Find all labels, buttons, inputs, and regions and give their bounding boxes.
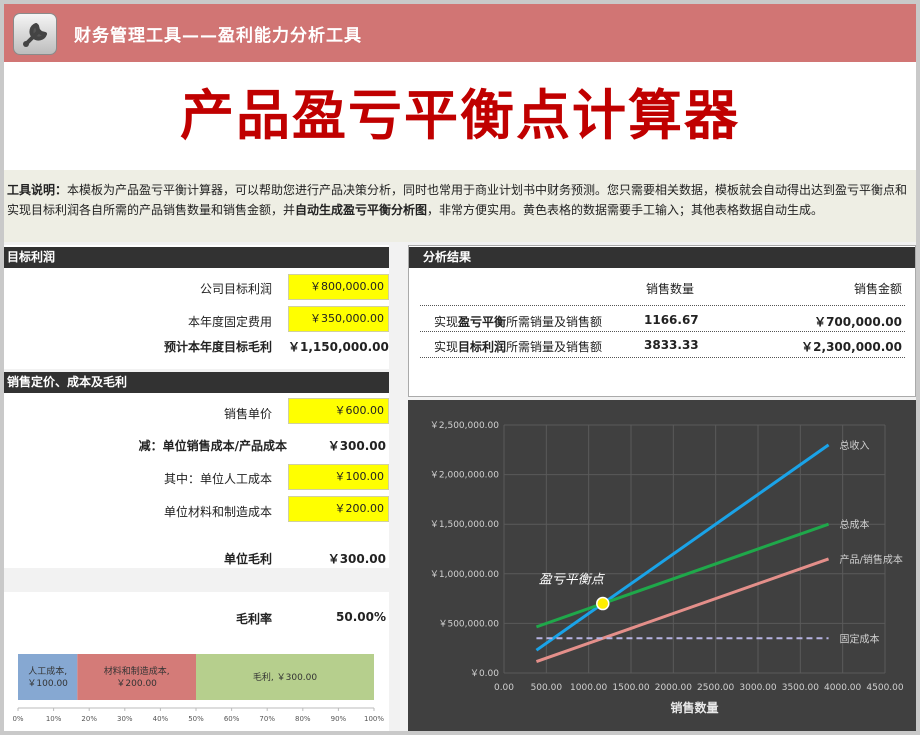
series-label: 产品/销售成本 bbox=[840, 553, 903, 566]
x-tick-label: 80% bbox=[295, 715, 311, 723]
divider bbox=[420, 305, 905, 306]
breakeven-row-label: 实现盈亏平衡所需销量及销售额 bbox=[434, 313, 602, 330]
company-target-label: 公司目标利润 bbox=[199, 282, 272, 296]
x-tick-label: 100% bbox=[364, 715, 384, 723]
x-tick-label: 2000.00 bbox=[655, 683, 692, 693]
x-tick-label: 50% bbox=[188, 715, 204, 723]
x-tick-label: 10% bbox=[46, 715, 62, 723]
bar-segment-材料和制造成本, bbox=[77, 654, 196, 700]
row1-bold: 盈亏平衡 bbox=[458, 315, 507, 329]
target-row-label: 实现目标利润所需销量及销售额 bbox=[434, 338, 602, 355]
breakeven-chart: 0.00 500.00 1000.00 1500.00 2000.00 2500.00 30… bbox=[430, 421, 904, 715]
breakeven-amount: ￥700,000.00 bbox=[814, 315, 902, 329]
row2-bold: 目标利润 bbox=[458, 340, 507, 354]
y-tick-label: ￥1,000,000.00 bbox=[430, 570, 499, 580]
pricing-header: 销售定价、成本及毛利 bbox=[4, 372, 389, 393]
breakeven-chart-panel: 0.00 500.00 1000.00 1500.00 2000.00 2500.00 30… bbox=[408, 400, 916, 731]
x-tick-label: 1500.00 bbox=[612, 683, 649, 693]
x-tick-label: 2500.00 bbox=[697, 683, 734, 693]
labor-cost-input[interactable]: ￥100.00 bbox=[288, 464, 389, 490]
row1-prefix: 实现 bbox=[434, 315, 459, 329]
x-tick-label: 0.00 bbox=[494, 683, 514, 693]
y-tick-label: ￥2,500,000.00 bbox=[430, 421, 499, 431]
col-qty-header: 销售数量 bbox=[645, 282, 694, 296]
target-amount: ￥2,300,000.00 bbox=[801, 340, 902, 354]
material-cost-label: 单位材料和制造成本 bbox=[163, 505, 272, 519]
y-tick-label: ￥0.00 bbox=[470, 669, 499, 679]
row2-suffix: 所需销量及销售额 bbox=[506, 340, 603, 354]
series-label: 总收入 bbox=[840, 439, 870, 452]
cost-breakdown-chart: 人工成本, ￥100.00 材料和制造成本, ￥200.00 毛利, ￥300.00 0%… bbox=[12, 654, 384, 723]
bar-segment-label: 毛利, ￥300.00 bbox=[253, 671, 317, 683]
breakeven-qty: 1166.67 bbox=[644, 313, 699, 327]
bar-segment-label: 材料和制造成本, bbox=[104, 665, 170, 677]
bar-segment-label: 人工成本, bbox=[28, 665, 67, 677]
x-tick-label: 90% bbox=[331, 715, 347, 723]
bar-segment-value: ￥200.00 bbox=[116, 679, 157, 689]
x-tick-label: 40% bbox=[153, 715, 169, 723]
divider bbox=[420, 357, 905, 358]
target-gross-value: ￥1,150,000.00 bbox=[288, 340, 389, 354]
app-frame: 财务管理工具——盈利能力分析工具 产品盈亏平衡点计算器 工具说明：本模板为产品盈… bbox=[4, 4, 916, 731]
company-target-input[interactable]: ￥800,000.00 bbox=[288, 274, 389, 300]
fixed-cost-label: 本年度固定费用 bbox=[187, 315, 272, 329]
x-axis-label: 销售数量 bbox=[670, 700, 718, 715]
unit-margin-label: 单位毛利 bbox=[223, 552, 272, 566]
x-tick-label: 4500.00 bbox=[866, 683, 903, 693]
cost-breakdown-panel: 毛利率 50.00% 人工成本, ￥100.00 材料和制造成本, ￥200.00 毛利… bbox=[4, 592, 389, 731]
col-amt-header: 销售金额 bbox=[853, 282, 902, 296]
x-tick-label: 30% bbox=[117, 715, 133, 723]
title-bar: 财务管理工具——盈利能力分析工具 bbox=[4, 4, 916, 62]
row1-suffix: 所需销量及销售额 bbox=[506, 315, 603, 329]
tool-description: 工具说明：本模板为产品盈亏平衡计算器，可以帮助您进行产品决策分析，同时也常用于商… bbox=[4, 170, 916, 242]
unit-margin-value: ￥300.00 bbox=[327, 552, 386, 566]
y-tick-label: ￥500,000.00 bbox=[438, 619, 499, 629]
breakeven-point-label: 盈亏平衡点 bbox=[539, 573, 606, 588]
page-title: 产品盈亏平衡点计算器 bbox=[4, 62, 916, 170]
series-label: 总成本 bbox=[840, 518, 870, 531]
series-label: 固定成本 bbox=[840, 632, 880, 645]
x-tick-label: 500.00 bbox=[531, 683, 563, 693]
x-tick-label: 3500.00 bbox=[782, 683, 819, 693]
breakeven-point-marker bbox=[596, 596, 610, 611]
description-text-2: ，非常方便实用。黄色表格的数据需要手工输入；其他表格数据自动生成。 bbox=[427, 203, 824, 217]
x-tick-label: 60% bbox=[224, 715, 240, 723]
x-tick-label: 4000.00 bbox=[824, 683, 861, 693]
wrench-icon bbox=[13, 13, 57, 55]
bar-segment-value: ￥100.00 bbox=[27, 679, 68, 689]
x-tick-label: 1000.00 bbox=[570, 683, 607, 693]
target-qty: 3833.33 bbox=[644, 338, 699, 352]
row2-prefix: 实现 bbox=[434, 340, 459, 354]
y-tick-label: ￥2,000,000.00 bbox=[430, 471, 499, 481]
app-title: 财务管理工具——盈利能力分析工具 bbox=[74, 26, 362, 46]
unit-cost-value: ￥300.00 bbox=[327, 439, 386, 453]
target-gross-label: 预计本年度目标毛利 bbox=[163, 340, 272, 354]
analysis-header: 分析结果 bbox=[409, 247, 915, 268]
series-line-总收入 bbox=[535, 443, 830, 652]
description-label: 工具说明： bbox=[7, 183, 68, 197]
x-tick-label: 70% bbox=[259, 715, 275, 723]
unit-cost-label: 减：单位销售成本/产品成本 bbox=[138, 439, 287, 453]
divider bbox=[420, 331, 905, 332]
y-tick-label: ￥1,500,000.00 bbox=[430, 520, 499, 530]
x-tick-label: 3000.00 bbox=[739, 683, 776, 693]
unit-price-label: 销售单价 bbox=[223, 407, 272, 421]
bar-segment-人工成本, bbox=[18, 654, 78, 700]
description-bold: 自动生成盈亏平衡分析图 bbox=[295, 203, 428, 217]
labor-cost-label: 其中：单位人工成本 bbox=[163, 472, 272, 486]
target-profit-header: 目标利润 bbox=[4, 247, 389, 268]
x-tick-label: 0% bbox=[12, 715, 23, 723]
x-tick-label: 20% bbox=[81, 715, 97, 723]
fixed-cost-input[interactable]: ￥350,000.00 bbox=[288, 306, 389, 332]
material-cost-input[interactable]: ￥200.00 bbox=[288, 496, 389, 522]
unit-price-input[interactable]: ￥600.00 bbox=[288, 398, 389, 424]
